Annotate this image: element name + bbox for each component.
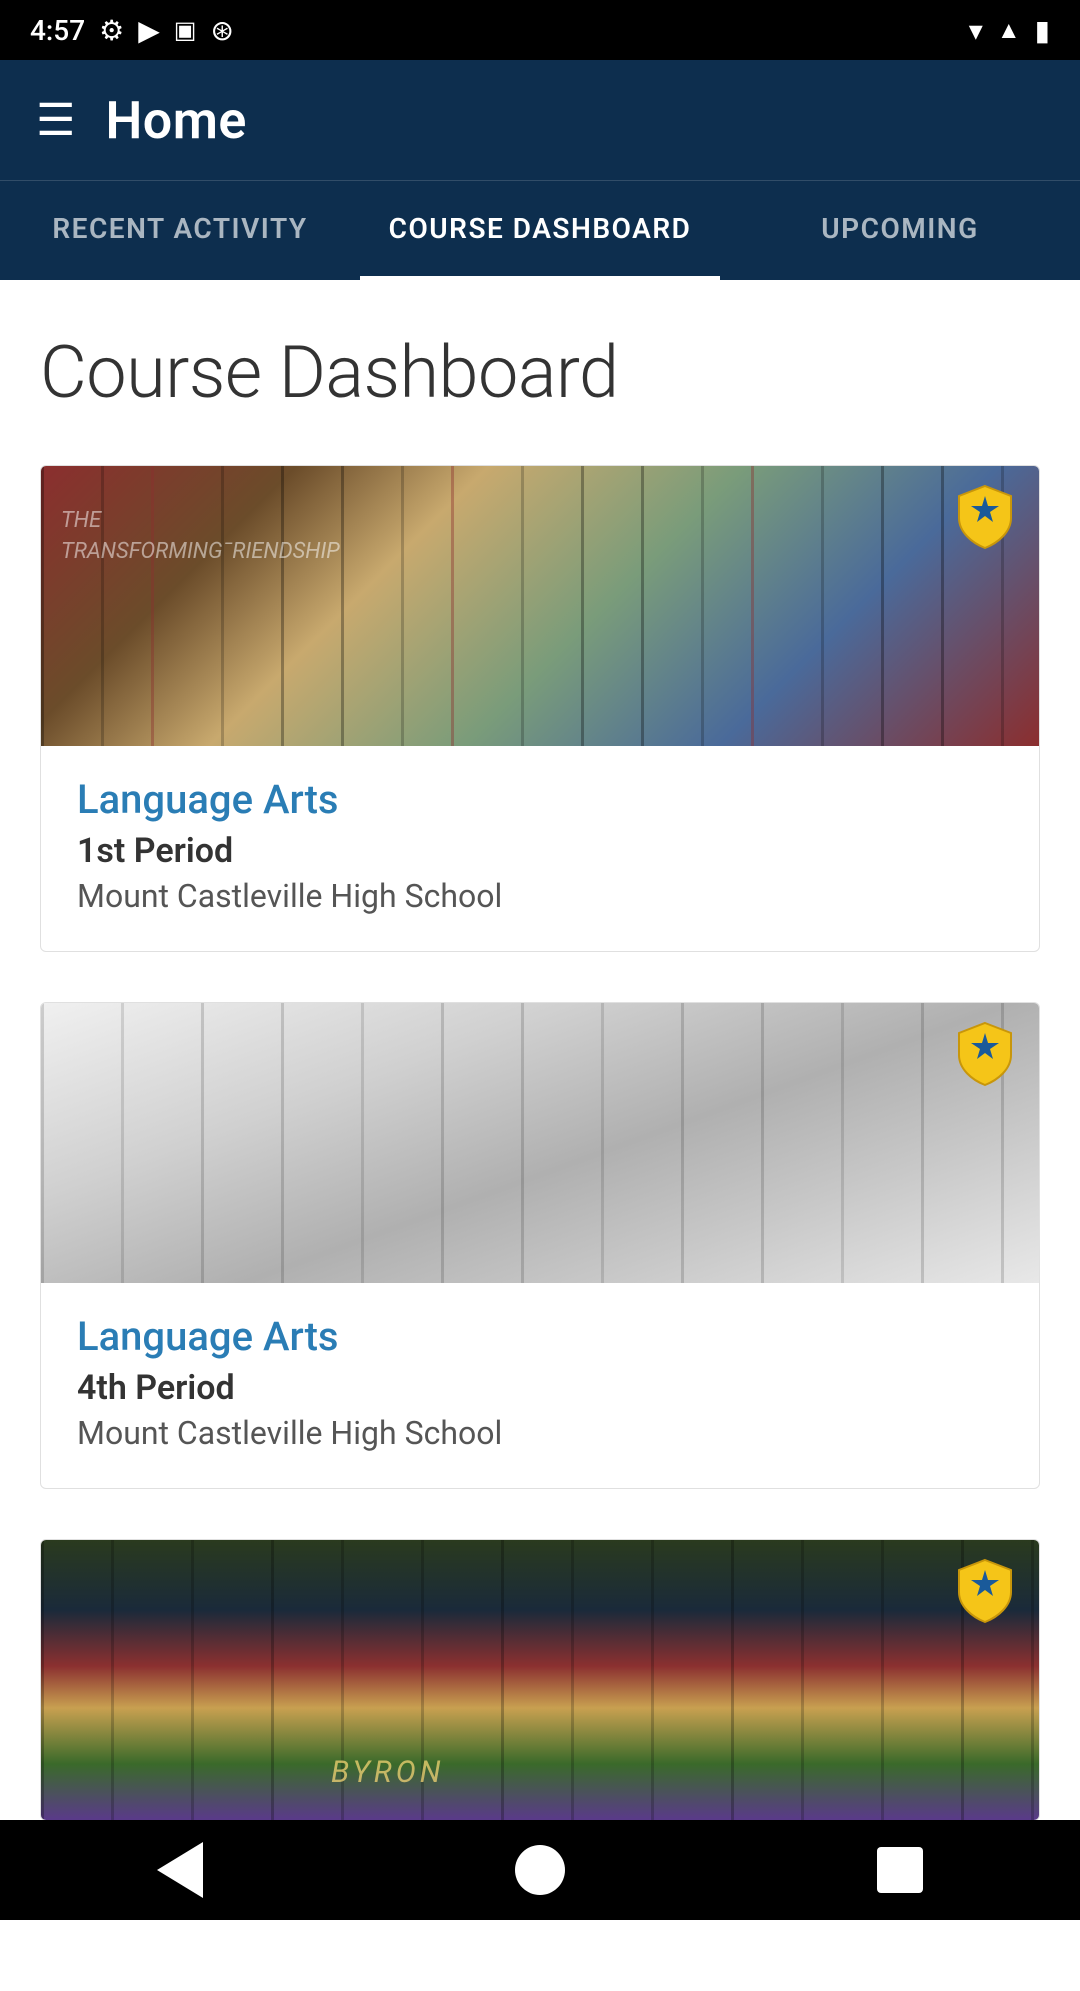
recents-button[interactable] bbox=[860, 1830, 940, 1910]
home-icon bbox=[515, 1845, 565, 1895]
battery-icon: ▮ bbox=[1035, 14, 1050, 47]
course-card-2[interactable]: Language Arts 4th Period Mount Castlevil… bbox=[40, 1002, 1040, 1489]
status-left: 4:57 ⚙ ▶ ▣ ⊛ bbox=[30, 14, 234, 47]
status-time: 4:57 bbox=[30, 14, 85, 47]
books-color-image-1 bbox=[41, 466, 1039, 746]
course-2-name[interactable]: Language Arts bbox=[77, 1313, 1003, 1360]
shield-badge-1 bbox=[951, 482, 1019, 550]
signal-icon: ▲ bbox=[997, 16, 1021, 45]
bottom-nav bbox=[0, 1820, 1080, 1920]
course-card-1-body: Language Arts 1st Period Mount Castlevil… bbox=[41, 746, 1039, 951]
status-bar: 4:57 ⚙ ▶ ▣ ⊛ ▾ ▲ ▮ bbox=[0, 0, 1080, 60]
shield-badge-2 bbox=[951, 1019, 1019, 1087]
course-card-2-body: Language Arts 4th Period Mount Castlevil… bbox=[41, 1283, 1039, 1488]
tab-bar: RECENT ACTIVITY COURSE DASHBOARD UPCOMIN… bbox=[0, 180, 1080, 280]
back-icon bbox=[157, 1842, 203, 1898]
back-button[interactable] bbox=[140, 1830, 220, 1910]
sim-icon: ▣ bbox=[174, 16, 197, 44]
course-2-period: 4th Period bbox=[77, 1368, 1003, 1408]
tab-upcoming[interactable]: UPCOMING bbox=[720, 181, 1080, 280]
tab-course-dashboard[interactable]: COURSE DASHBOARD bbox=[360, 181, 720, 280]
books-color-bottom-image-3 bbox=[41, 1540, 1039, 1820]
play-icon: ▶ bbox=[138, 14, 160, 47]
settings-icon: ⚙ bbox=[99, 14, 124, 47]
books-bw-image-2 bbox=[41, 1003, 1039, 1283]
page-heading: Course Dashboard bbox=[40, 330, 1040, 415]
shield-badge-3 bbox=[951, 1556, 1019, 1624]
app-bar: ☰ Home bbox=[0, 60, 1080, 180]
wifi-icon: ▾ bbox=[969, 14, 983, 47]
course-card-1[interactable]: Language Arts 1st Period Mount Castlevil… bbox=[40, 465, 1040, 952]
hamburger-icon[interactable]: ☰ bbox=[36, 98, 75, 142]
recents-icon bbox=[877, 1847, 923, 1893]
status-right: ▾ ▲ ▮ bbox=[969, 14, 1050, 47]
course-card-1-image bbox=[41, 466, 1039, 746]
course-1-period: 1st Period bbox=[77, 831, 1003, 871]
page-content: Course Dashboard Language Arts 1st Perio… bbox=[0, 280, 1080, 1991]
course-2-school: Mount Castleville High School bbox=[77, 1414, 1003, 1452]
at-icon: ⊛ bbox=[210, 14, 233, 47]
home-button[interactable] bbox=[500, 1830, 580, 1910]
course-1-school: Mount Castleville High School bbox=[77, 877, 1003, 915]
course-card-3[interactable] bbox=[40, 1539, 1040, 1821]
course-card-2-image bbox=[41, 1003, 1039, 1283]
course-1-name[interactable]: Language Arts bbox=[77, 776, 1003, 823]
app-title: Home bbox=[105, 90, 246, 151]
tab-recent-activity[interactable]: RECENT ACTIVITY bbox=[0, 181, 360, 280]
course-card-3-image bbox=[41, 1540, 1039, 1820]
